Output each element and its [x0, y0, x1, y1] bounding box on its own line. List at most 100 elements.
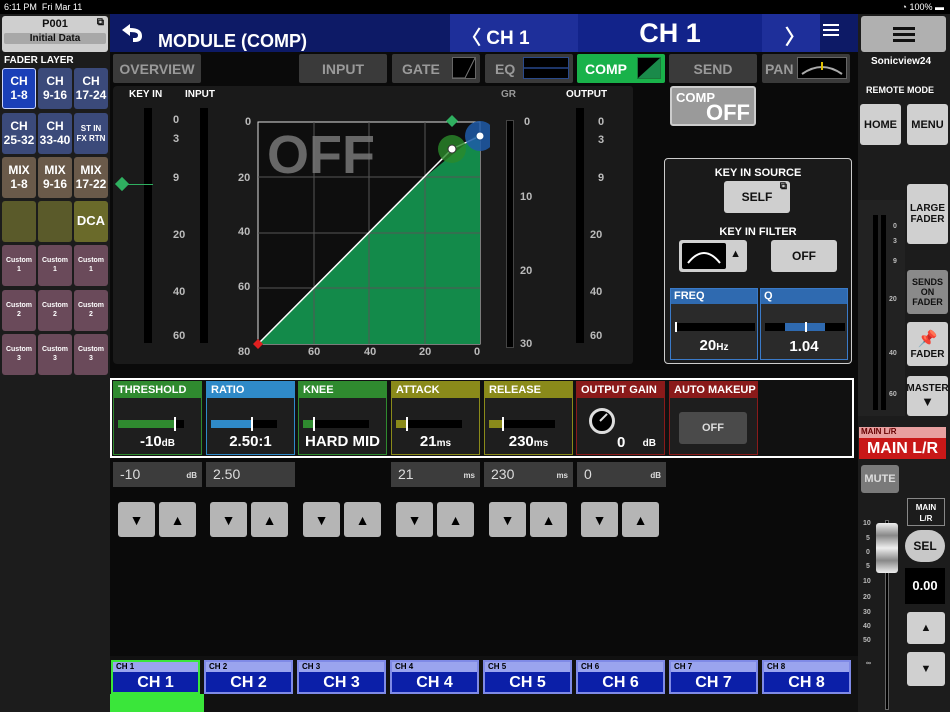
- home-button[interactable]: HOME: [860, 104, 901, 145]
- increment-button[interactable]: ▲: [530, 502, 567, 537]
- filter-type-select[interactable]: ▲: [679, 240, 747, 272]
- key-in-source-button[interactable]: SELF ⧉: [724, 181, 790, 213]
- back-button[interactable]: [116, 18, 148, 48]
- param-threshold[interactable]: THRESHOLD -10dB: [113, 381, 202, 455]
- decrement-button[interactable]: ▼: [581, 502, 618, 537]
- fader-layer-tile[interactable]: Custom 1: [74, 245, 108, 286]
- input-scale-tick: 9: [173, 172, 180, 184]
- param-slider-fill: [396, 420, 406, 428]
- param-release[interactable]: RELEASE 230ms: [484, 381, 573, 455]
- channel-button[interactable]: CH 3 CH 3: [297, 660, 386, 694]
- param-value-field[interactable]: 0 dB: [577, 462, 666, 487]
- channel-button[interactable]: CH 4 CH 4: [390, 660, 479, 694]
- fader-layer-tile[interactable]: Custom 2: [74, 290, 108, 331]
- param-value-field[interactable]: 230 ms: [484, 462, 573, 487]
- channel-button[interactable]: CH 8 CH 8: [762, 660, 851, 694]
- increment-button[interactable]: ▲: [622, 502, 659, 537]
- fader-layer-tile[interactable]: CH 17-24: [74, 68, 108, 109]
- key-in-filter-toggle[interactable]: OFF: [771, 240, 837, 272]
- decrement-button[interactable]: ▼: [118, 502, 155, 537]
- fader-layer-tile[interactable]: CH 1-8: [2, 68, 36, 109]
- param-unit: ms: [533, 438, 549, 449]
- fader-layer-tile[interactable]: DCA: [74, 201, 108, 242]
- sends-on-fader-button[interactable]: SENDS ON FADER: [907, 270, 948, 314]
- prev-channel-button[interactable]: 〈 CH 1: [462, 23, 530, 50]
- param-value-field[interactable]: -10 dB: [113, 462, 202, 487]
- decrement-button[interactable]: ▼: [396, 502, 433, 537]
- fader-layer-tile[interactable]: Custom 2: [38, 290, 72, 331]
- fader-layer-tile[interactable]: ST IN FX RTN: [74, 113, 108, 154]
- fader-layer-tile[interactable]: MIX 9-16: [38, 157, 72, 198]
- fader-up-button[interactable]: ▲: [907, 612, 945, 644]
- channel-button[interactable]: CH 1 CH 1: [111, 660, 200, 694]
- increment-button[interactable]: ▲: [437, 502, 474, 537]
- next-channel-button[interactable]: 〉: [785, 21, 805, 50]
- increment-button[interactable]: ▲: [159, 502, 196, 537]
- decrement-button[interactable]: ▼: [210, 502, 247, 537]
- menu-side-button[interactable]: MENU: [907, 104, 948, 145]
- output-point-handle[interactable]: [475, 131, 485, 141]
- tab-input[interactable]: INPUT: [299, 54, 387, 83]
- fader-layer-tile[interactable]: [38, 201, 72, 242]
- output-gain-knob[interactable]: [589, 408, 615, 434]
- fader-layer-tile[interactable]: CH 9-16: [38, 68, 72, 109]
- tab-eq[interactable]: EQ: [485, 54, 573, 83]
- auto-makeup-toggle[interactable]: OFF: [679, 412, 747, 444]
- increment-button[interactable]: ▲: [344, 502, 381, 537]
- tab-send[interactable]: SEND: [669, 54, 757, 83]
- fader-layer-tile[interactable]: [2, 201, 36, 242]
- fader-layer-tile[interactable]: CH 25-32: [2, 113, 36, 154]
- output-tick: 9: [598, 172, 605, 184]
- q-control[interactable]: Q 1.04: [760, 288, 848, 360]
- fader-layer-tile[interactable]: Custom 1: [38, 245, 72, 286]
- channel-button[interactable]: CH 2 CH 2: [204, 660, 293, 694]
- large-fader-button[interactable]: LARGE FADER: [907, 184, 948, 244]
- page-title: MODULE (COMP): [158, 31, 307, 51]
- param-label: THRESHOLD: [114, 382, 201, 398]
- param-output-gain[interactable]: OUTPUT GAIN 0 dB: [576, 381, 665, 455]
- fader-pin-button[interactable]: 📌 FADER: [907, 322, 948, 366]
- channel-button[interactable]: CH 7 CH 7: [669, 660, 758, 694]
- param-slider-fill: [211, 420, 251, 428]
- preset-box[interactable]: P001 Initial Data ⧉: [2, 16, 108, 52]
- param-value-field[interactable]: 21 ms: [391, 462, 480, 487]
- tab-overview[interactable]: OVERVIEW: [113, 54, 201, 83]
- gate-mini-graph-icon: [452, 57, 476, 79]
- param-ratio[interactable]: RATIO 2.50:1: [206, 381, 295, 455]
- fader-down-button[interactable]: ▼: [907, 652, 945, 686]
- tab-comp[interactable]: COMP: [577, 54, 665, 83]
- param-value-field[interactable]: 2.50: [206, 462, 295, 487]
- master-meter-tick: 20: [889, 296, 897, 303]
- tab-pan[interactable]: PAN: [762, 54, 850, 83]
- fader-layer-tile[interactable]: Custom 2: [2, 290, 36, 331]
- fader-layer-tile[interactable]: Custom 1: [2, 245, 36, 286]
- param-attack[interactable]: ATTACK 21ms: [391, 381, 480, 455]
- fader-layer-tile[interactable]: MIX 1-8: [2, 157, 36, 198]
- threshold-point-handle[interactable]: [447, 144, 457, 154]
- fader-layer-tile-line1: CH: [82, 73, 100, 88]
- fader-layer-tile[interactable]: Custom 3: [2, 334, 36, 375]
- tab-gate[interactable]: GATE: [392, 54, 480, 83]
- channel-button[interactable]: CH 5 CH 5: [483, 660, 572, 694]
- sel-button[interactable]: SEL: [905, 530, 945, 562]
- fader-layer-tile[interactable]: CH 33-40: [38, 113, 72, 154]
- field-value: 21: [398, 466, 414, 482]
- main-menu-button[interactable]: [861, 16, 946, 52]
- param-auto-makeup[interactable]: AUTO MAKEUP OFF: [669, 381, 758, 455]
- decrement-button[interactable]: ▼: [489, 502, 526, 537]
- decrement-button[interactable]: ▼: [303, 502, 340, 537]
- fader-layer-tile[interactable]: Custom 3: [38, 334, 72, 375]
- key-in-source-label: KEY IN SOURCE: [714, 167, 802, 179]
- fader-layer-tile[interactable]: MIX 17-22: [74, 157, 108, 198]
- increment-button[interactable]: ▲: [251, 502, 288, 537]
- master-fader-knob[interactable]: [876, 523, 898, 573]
- status-bar: 6:11 PM Fri Mar 11 ◔ 100% ▬: [0, 0, 950, 14]
- comp-toggle-button[interactable]: COMP OFF: [670, 86, 756, 126]
- channel-button[interactable]: CH 6 CH 6: [576, 660, 665, 694]
- freq-control[interactable]: FREQ 20Hz: [670, 288, 758, 360]
- master-button[interactable]: MASTER ▼: [906, 376, 949, 416]
- mute-button[interactable]: MUTE: [861, 465, 899, 493]
- param-knee[interactable]: KNEE HARD MID: [298, 381, 387, 455]
- fader-layer-tile[interactable]: Custom 3: [74, 334, 108, 375]
- menu-button[interactable]: [821, 20, 845, 44]
